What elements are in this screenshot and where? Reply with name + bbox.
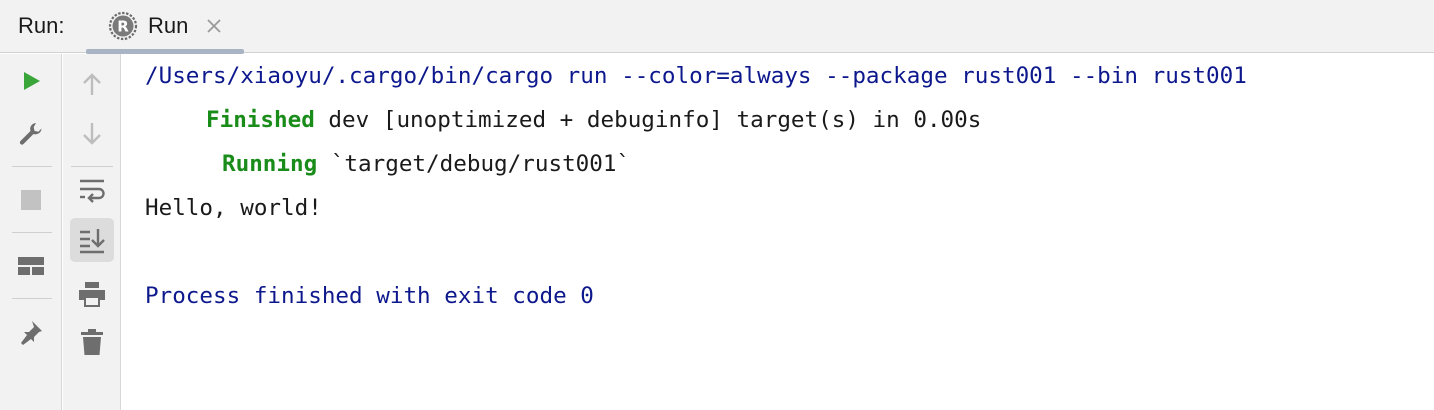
print-button[interactable] — [74, 276, 110, 312]
run-tool-window-header: Run: R Run — [0, 0, 1434, 54]
running-keyword: Running — [222, 151, 318, 177]
scroll-to-end-icon — [80, 229, 105, 254]
play-icon — [24, 72, 40, 90]
scroll-to-end-button[interactable] — [70, 218, 114, 262]
toolbar-separator — [12, 298, 52, 299]
print-icon — [79, 282, 105, 307]
trash-icon — [81, 329, 103, 355]
pin-button[interactable] — [13, 314, 49, 350]
arrow-down-icon — [83, 123, 101, 145]
svg-text:R: R — [117, 18, 129, 36]
layout-icon — [18, 257, 44, 275]
arrow-up-icon — [83, 73, 101, 95]
finished-keyword: Finished — [206, 107, 315, 133]
soft-wrap-button[interactable] — [74, 172, 110, 208]
toolbar-separator — [71, 166, 113, 167]
up-button[interactable] — [74, 66, 110, 102]
console-command-line: /Users/xiaoyu/.cargo/bin/cargo run --col… — [145, 63, 1247, 89]
tab-run[interactable]: R Run — [86, 0, 244, 54]
clear-button[interactable] — [74, 324, 110, 360]
settings-button[interactable] — [13, 116, 49, 152]
soft-wrap-icon — [80, 179, 105, 203]
console-running-line: Running `target/debug/rust001` — [222, 151, 630, 177]
run-actions-toolbar — [0, 54, 62, 410]
stop-button[interactable] — [13, 182, 49, 218]
console-program-output: Hello, world! — [145, 195, 322, 221]
rerun-button[interactable] — [13, 63, 49, 99]
layout-button[interactable] — [13, 248, 49, 284]
finished-details: dev [unoptimized + debuginfo] target(s) … — [314, 107, 982, 133]
console-finished-line: Finished dev [unoptimized + debuginfo] t… — [206, 107, 981, 133]
wrench-icon — [19, 123, 42, 145]
console-actions-toolbar — [63, 54, 121, 410]
running-details: `target/debug/rust001` — [317, 151, 631, 177]
console-output[interactable]: /Users/xiaoyu/.cargo/bin/cargo run --col… — [122, 54, 1434, 410]
down-button[interactable] — [74, 116, 110, 152]
stop-icon — [21, 190, 41, 210]
console-exit-message: Process finished with exit code 0 — [145, 283, 594, 309]
close-icon[interactable] — [204, 16, 224, 36]
toolbar-separator — [12, 166, 52, 167]
toolbar-separator — [12, 232, 52, 233]
run-label: Run: — [18, 13, 65, 38]
pin-icon — [21, 321, 42, 345]
tab-run-label: Run — [148, 13, 189, 38]
rust-logo-icon: R — [108, 11, 138, 41]
